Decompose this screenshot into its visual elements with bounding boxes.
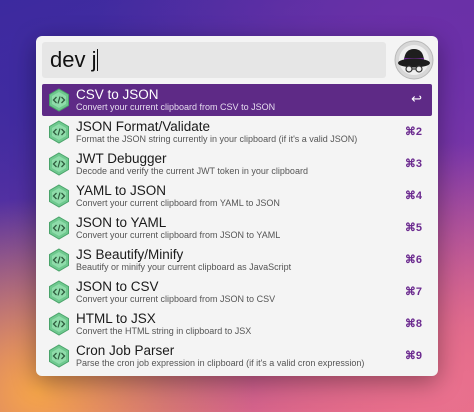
result-shortcut: ⌘5 bbox=[404, 222, 422, 234]
code-tag-icon bbox=[49, 280, 69, 304]
result-row-8[interactable]: HTML to JSX Convert the HTML string in c… bbox=[42, 308, 432, 340]
result-title: JSON to YAML bbox=[76, 215, 167, 230]
code-tag-icon bbox=[49, 88, 69, 112]
result-subtitle: Parse the cron job expression in clipboa… bbox=[76, 358, 365, 368]
result-row-1[interactable]: CSV to JSON Convert your current clipboa… bbox=[42, 84, 432, 116]
search-row: dev j bbox=[42, 40, 434, 82]
result-row-3[interactable]: JWT Debugger Decode and verify the curre… bbox=[42, 148, 432, 180]
result-shortcut: ⌘7 bbox=[404, 286, 422, 298]
result-subtitle: Convert your current clipboard from JSON… bbox=[76, 294, 276, 304]
results-list: CSV to JSON Convert your current clipboa… bbox=[42, 84, 432, 372]
result-subtitle: Beautify or minify your current clipboar… bbox=[76, 262, 292, 272]
result-shortcut: ⌘8 bbox=[404, 318, 422, 330]
result-shortcut: ⌘6 bbox=[404, 254, 422, 266]
alfred-hat-icon bbox=[394, 40, 434, 80]
result-subtitle: Format the JSON string currently in your… bbox=[76, 134, 358, 144]
result-title: CSV to JSON bbox=[76, 87, 159, 102]
code-tag-icon bbox=[49, 312, 69, 336]
result-row-2[interactable]: JSON Format/Validate Format the JSON str… bbox=[42, 116, 432, 148]
result-shortcut: ⌘9 bbox=[404, 350, 422, 362]
result-subtitle: Convert your current clipboard from CSV … bbox=[76, 102, 276, 112]
text-caret bbox=[97, 49, 99, 71]
result-row-9[interactable]: Cron Job Parser Parse the cron job expre… bbox=[42, 340, 432, 372]
result-subtitle: Decode and verify the current JWT token … bbox=[76, 166, 308, 176]
code-tag-icon bbox=[49, 344, 69, 368]
result-row-6[interactable]: JS Beautify/Minify Beautify or minify yo… bbox=[42, 244, 432, 276]
code-tag-icon bbox=[49, 248, 69, 272]
result-title: JSON to CSV bbox=[76, 279, 159, 294]
result-shortcut: ⌘3 bbox=[404, 158, 422, 170]
result-subtitle: Convert your current clipboard from YAML… bbox=[76, 198, 280, 208]
result-subtitle: Convert your current clipboard from JSON… bbox=[76, 230, 281, 240]
result-row-5[interactable]: JSON to YAML Convert your current clipbo… bbox=[42, 212, 432, 244]
result-shortcut: ⌘4 bbox=[404, 190, 422, 202]
result-title: HTML to JSX bbox=[76, 311, 156, 326]
code-tag-icon bbox=[49, 120, 69, 144]
alfred-window: dev j CSV to JSON Convert your current c… bbox=[36, 36, 438, 376]
search-query: dev j bbox=[50, 47, 97, 72]
result-shortcut: ↩ bbox=[411, 91, 422, 106]
code-tag-icon bbox=[49, 184, 69, 208]
result-row-7[interactable]: JSON to CSV Convert your current clipboa… bbox=[42, 276, 432, 308]
result-row-4[interactable]: YAML to JSON Convert your current clipbo… bbox=[42, 180, 432, 212]
result-title: JSON Format/Validate bbox=[76, 119, 211, 134]
result-shortcut: ⌘2 bbox=[404, 126, 422, 138]
result-subtitle: Convert the HTML string in clipboard to … bbox=[76, 326, 252, 336]
result-title: JWT Debugger bbox=[76, 151, 167, 166]
result-title: Cron Job Parser bbox=[76, 343, 175, 358]
result-title: JS Beautify/Minify bbox=[76, 247, 184, 262]
search-input[interactable]: dev j bbox=[42, 42, 386, 78]
result-title: YAML to JSON bbox=[76, 183, 167, 198]
code-tag-icon bbox=[49, 216, 69, 240]
code-tag-icon bbox=[49, 152, 69, 176]
